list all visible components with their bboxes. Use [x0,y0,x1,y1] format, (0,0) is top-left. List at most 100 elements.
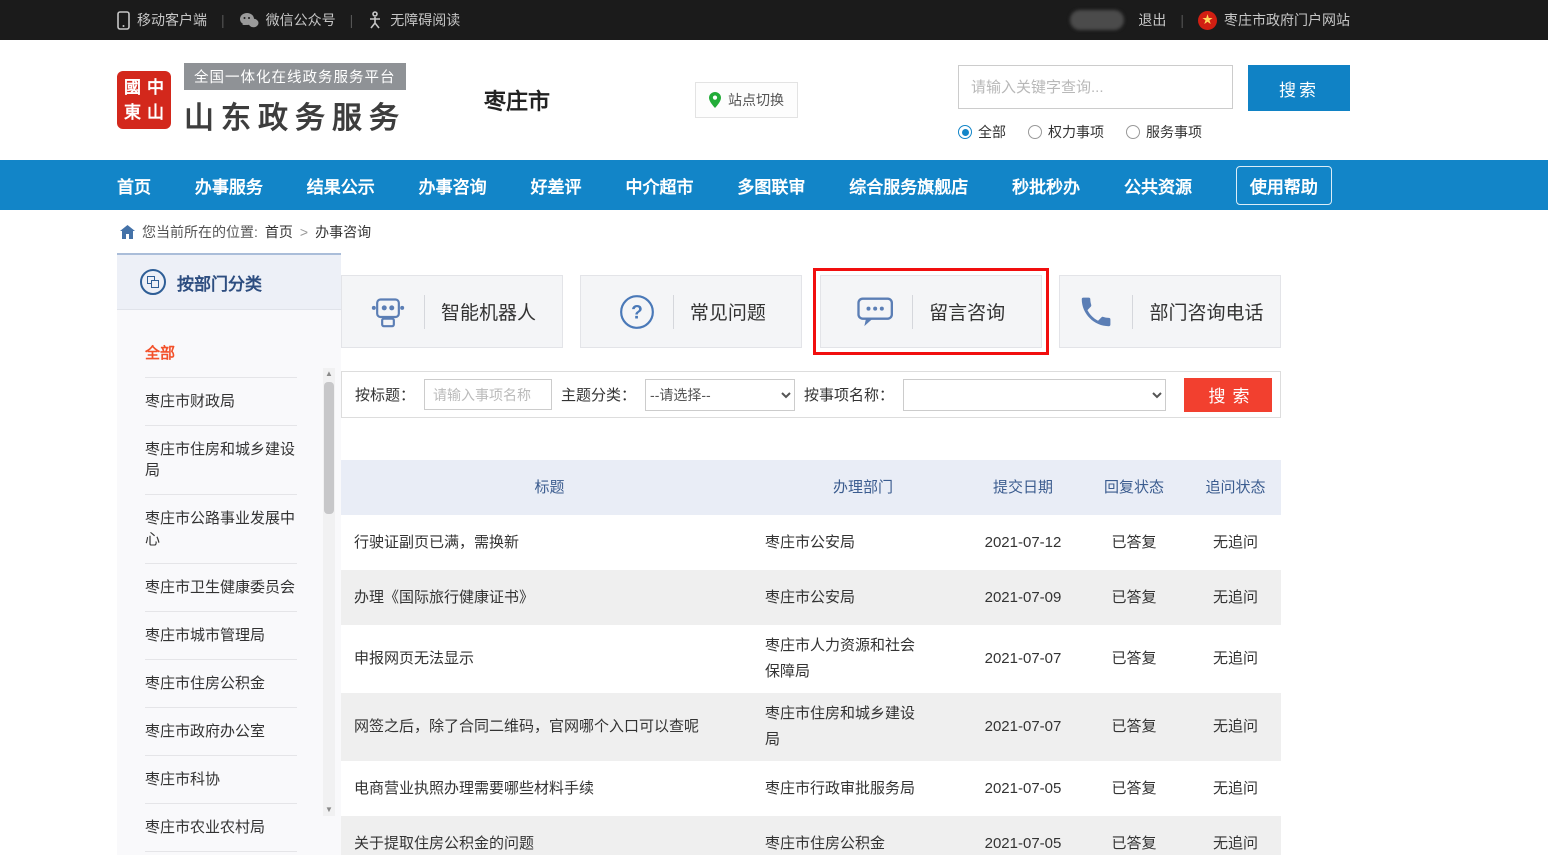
topbar: 移动客户端 | 微信公众号 | 无障碍阅读 退出 | ★ [0,0,1548,40]
username-redacted [1070,10,1124,30]
mobile-client-link[interactable]: 移动客户端 [117,10,207,30]
row-followup-status: 无追问 [1190,585,1281,611]
row-department: 枣庄市住房和城乡建设局 [758,693,968,761]
sidebar-item-枣庄市住房和城乡建设局[interactable]: 枣庄市住房和城乡建设局 [145,426,297,495]
sidebar-item-枣庄市政府办公室[interactable]: 枣庄市政府办公室 [145,708,297,756]
nav-item-中介超市[interactable]: 中介超市 [625,173,693,198]
row-title: 申报网页无法显示 [341,646,758,672]
nav-item-首页[interactable]: 首页 [117,173,151,198]
svg-text:?: ? [631,302,643,323]
tab-card-常见问题[interactable]: ?常见问题 [580,275,802,348]
item-name-filter-select[interactable] [903,379,1166,411]
scrollbar-thumb[interactable] [324,382,334,514]
sidebar-scrollbar[interactable]: ▲ ▼ [323,368,335,816]
topic-filter-label: 主题分类： [561,384,636,405]
header-search: 搜索 全部 权力事项 服务事项 [958,65,1350,142]
row-department: 枣庄市人力资源和社会保障局 [758,625,968,693]
national-emblem-icon: ★ [1198,11,1217,30]
item-filter-label: 按事项名称： [804,384,894,405]
question-icon: ? [617,292,657,332]
nav-item-好差评[interactable]: 好差评 [531,173,582,198]
scroll-up-arrow-icon[interactable]: ▲ [323,368,335,380]
table-row[interactable]: 网签之后，除了合同二维码，官网哪个入口可以查呢枣庄市住房和城乡建设局2021-0… [341,693,1281,761]
table-row[interactable]: 关于提取住房公积金的问题枣庄市住房公积金2021-07-05已答复无追问 [341,816,1281,855]
breadcrumb-prefix: 您当前所在的位置: [142,222,258,242]
sidebar-item-枣庄市农业农村局[interactable]: 枣庄市农业农村局 [145,804,297,852]
sidebar-item-全部[interactable]: 全部 [145,330,297,378]
site-logo[interactable]: 中國山東 全国一体化在线政务服务平台 山东政务服务 [117,63,406,137]
divider: | [350,12,354,28]
consultation-table: 标题办理部门提交日期回复状态追问状态 行驶证副页已满，需换新枣庄市公安局2021… [341,460,1281,855]
tab-card-留言咨询[interactable]: 留言咨询 [820,275,1042,348]
row-title: 办理《国际旅行健康证书》 [341,585,758,611]
tab-card-部门咨询电话[interactable]: 部门咨询电话 [1059,275,1281,348]
nav-item-结果公示[interactable]: 结果公示 [307,173,375,198]
table-row[interactable]: 办理《国际旅行健康证书》枣庄市公安局2021-07-09已答复无追问 [341,570,1281,625]
department-sidebar: 按部门分类 全部枣庄市财政局枣庄市住房和城乡建设局枣庄市公路事业发展中心枣庄市卫… [117,253,341,855]
filter-bar: 按标题： 主题分类： --请选择-- 按事项名称： 搜索 [341,371,1281,418]
nav-item-秒批秒办[interactable]: 秒批秒办 [1012,173,1080,198]
scope-radio-0[interactable]: 全部 [958,122,1006,142]
table-row[interactable]: 申报网页无法显示枣庄市人力资源和社会保障局2021-07-07已答复无追问 [341,625,1281,693]
nav-item-公共资源[interactable]: 公共资源 [1124,173,1192,198]
tab-label: 留言咨询 [929,298,1005,325]
divider [673,295,674,329]
header-search-button[interactable]: 搜索 [1248,65,1350,111]
nav-item-办事咨询[interactable]: 办事咨询 [419,173,487,198]
topbar-left: 移动客户端 | 微信公众号 | 无障碍阅读 [117,10,460,30]
portal-link[interactable]: ★ 枣庄市政府门户网站 [1198,10,1350,30]
accessibility-link[interactable]: 无障碍阅读 [367,10,460,30]
scroll-down-arrow-icon[interactable]: ▼ [323,804,335,816]
tab-card-智能机器人[interactable]: 智能机器人 [341,275,563,348]
seal-character: 山 [147,104,164,121]
title-filter-input[interactable] [424,379,552,410]
breadcrumb-home[interactable]: 首页 [265,222,293,242]
wechat-icon [239,12,259,29]
department-category-icon [140,269,166,295]
topic-filter-select[interactable]: --请选择-- [645,379,795,411]
site-switch-button[interactable]: 站点切换 [695,82,798,118]
table-row[interactable]: 行驶证副页已满，需换新枣庄市公安局2021-07-12已答复无追问 [341,515,1281,570]
row-date: 2021-07-05 [968,776,1078,802]
nav-item-办事服务[interactable]: 办事服务 [195,173,263,198]
row-department: 枣庄市公安局 [758,577,968,619]
row-department: 枣庄市行政审批服务局 [758,768,968,810]
sidebar-item-枣庄市财政局[interactable]: 枣庄市财政局 [145,378,297,426]
platform-badge: 全国一体化在线政务服务平台 [184,63,406,90]
breadcrumb: 您当前所在的位置: 首页 > 办事咨询 [120,210,1548,253]
nav-item-多图联审[interactable]: 多图联审 [737,173,805,198]
robot-icon [368,292,408,332]
scope-radio-1[interactable]: 权力事项 [1028,122,1104,142]
home-icon [120,225,135,239]
scope-radio-2[interactable]: 服务事项 [1126,122,1202,142]
divider: | [1180,12,1184,28]
sidebar-item-枣庄市住房公积金[interactable]: 枣庄市住房公积金 [145,660,297,708]
row-reply-status: 已答复 [1078,530,1190,556]
shandong-seal-logo: 中國山東 [117,71,171,129]
nav-item-综合服务旗舰店[interactable]: 综合服务旗舰店 [849,173,968,198]
nav-item-使用帮助[interactable]: 使用帮助 [1236,166,1332,205]
sidebar-item-枣庄市科协[interactable]: 枣庄市科协 [145,756,297,804]
breadcrumb-separator: > [300,224,308,240]
phone-icon [1076,292,1116,332]
seal-character: 國 [124,79,141,96]
divider [424,295,425,329]
row-followup-status: 无追问 [1190,714,1281,740]
sidebar-item-枣庄市卫生健康委员会[interactable]: 枣庄市卫生健康委员会 [145,564,297,612]
keyword-search-input[interactable] [958,65,1233,109]
radio-label: 全部 [978,122,1006,142]
radio-icon [1126,125,1140,139]
column-header-办理部门: 办理部门 [758,475,968,501]
sidebar-item-枣庄市城市管理局[interactable]: 枣庄市城市管理局 [145,612,297,660]
wechat-link[interactable]: 微信公众号 [239,10,336,30]
logout-link[interactable]: 退出 [1138,10,1166,30]
table-row[interactable]: 电商营业执照办理需要哪些材料手续枣庄市行政审批服务局2021-07-05已答复无… [341,761,1281,816]
radio-label: 权力事项 [1048,122,1104,142]
table-header-row: 标题办理部门提交日期回复状态追问状态 [341,460,1281,515]
wechat-label: 微信公众号 [266,10,336,30]
row-title: 关于提取住房公积金的问题 [341,831,758,855]
topbar-right: 退出 | ★ 枣庄市政府门户网站 [1070,10,1350,30]
filter-search-button[interactable]: 搜索 [1184,378,1272,412]
row-date: 2021-07-12 [968,530,1078,556]
sidebar-item-枣庄市公路事业发展中心[interactable]: 枣庄市公路事业发展中心 [145,495,297,564]
